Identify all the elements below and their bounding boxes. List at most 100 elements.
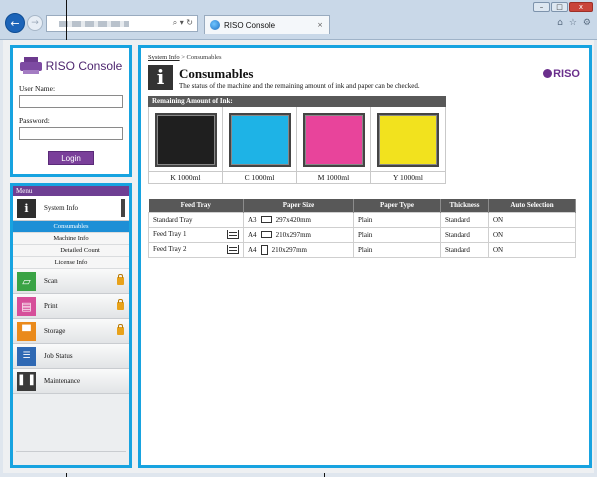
lock-icon — [117, 274, 124, 285]
ink-swatch-black — [154, 113, 217, 167]
paper-size: A3 — [248, 215, 257, 224]
menu-item-label: Scan — [44, 277, 58, 285]
thickness: Standard — [440, 241, 489, 258]
browser-toolbar-icons: ⌂ ☆ ⚙ — [557, 18, 591, 28]
menu-item-storage[interactable]: ▀ Storage — [13, 319, 129, 344]
breadcrumb-separator: > — [179, 54, 187, 61]
ink-label: Y 1000ml — [371, 171, 445, 183]
printer-icon — [19, 57, 42, 75]
password-input[interactable] — [19, 127, 123, 140]
tab-close-icon[interactable]: × — [317, 21, 323, 29]
ink-levels: K 1000ml C 1000ml M 1000ml Y 1000ml — [148, 107, 446, 184]
table-row: Standard Tray A3 297x420mm Plain Standard… — [148, 211, 576, 228]
info-icon: i — [17, 198, 36, 218]
paper-size: A4 — [248, 230, 257, 239]
paper-dims: 297x420mm — [275, 215, 311, 224]
back-button[interactable]: ← — [5, 13, 25, 33]
submenu-consumables[interactable]: Consumables — [13, 221, 129, 233]
submenu-machine-info[interactable]: Machine Info — [13, 233, 129, 245]
active-indicator — [121, 199, 125, 217]
home-icon[interactable]: ⌂ — [557, 18, 563, 28]
ink-cell-k: K 1000ml — [149, 107, 223, 183]
menu-header: Menu — [13, 186, 129, 196]
table-row: Feed Tray 1 A4 210x297mm Plain Standard O… — [148, 226, 576, 243]
feed-tray-table: Feed Tray Paper Size Paper Type Thicknes… — [148, 199, 576, 258]
page: RISO Console User Name: Password: Login … — [3, 40, 594, 473]
login-panel: RISO Console User Name: Password: Login — [10, 45, 132, 177]
auto-selection: ON — [488, 241, 576, 258]
riso-mark-icon — [543, 69, 553, 78]
storage-icon: ▀ — [17, 321, 36, 341]
logo-text: RISO Console — [45, 59, 123, 73]
menu-item-job-status[interactable]: ☰ Job Status — [13, 344, 129, 369]
paper-tray-icon — [227, 230, 239, 239]
print-icon: ▤ — [17, 296, 36, 316]
column-header-paper-type: Paper Type — [353, 199, 441, 212]
favorites-star-icon[interactable]: ☆ — [569, 18, 577, 28]
menu-item-label: Maintenance — [44, 377, 81, 385]
column-header-auto-selection: Auto Selection — [488, 199, 576, 212]
paper-type: Plain — [353, 241, 441, 258]
menu-panel: Menu i System Info Consumables Machine I… — [10, 183, 132, 468]
breadcrumb-current: Consumables — [186, 54, 222, 61]
paper-size: A4 — [248, 245, 257, 254]
paper-landscape-icon — [260, 231, 272, 238]
menu-item-label: Storage — [44, 327, 66, 335]
browser-chrome: – □ x ← → ⌕ ▾ ↻ RISO Console × ⌂ ☆ ⚙ — [0, 0, 597, 40]
riso-brand-logo: RISO — [543, 68, 580, 80]
login-button[interactable]: Login — [48, 151, 94, 165]
breadcrumb-link-system-info[interactable]: System Info — [148, 54, 180, 61]
page-header: i Consumables The status of the machine … — [148, 65, 582, 93]
ink-section-header: Remaining Amount of Ink: — [148, 96, 446, 107]
info-icon: i — [148, 65, 173, 90]
ink-swatch-yellow — [377, 113, 439, 167]
menu-item-label: Print — [44, 302, 58, 310]
username-input[interactable] — [19, 95, 123, 108]
browser-tab[interactable]: RISO Console × — [204, 15, 330, 34]
window-controls: – □ x — [533, 2, 593, 12]
close-window-button[interactable]: x — [569, 2, 593, 12]
lock-icon — [117, 324, 124, 335]
password-label: Password: — [19, 116, 50, 125]
address-bar[interactable]: ⌕ ▾ ↻ — [46, 15, 198, 32]
job-status-icon: ☰ — [17, 346, 36, 366]
ink-label: M 1000ml — [297, 171, 370, 183]
ink-cell-m: M 1000ml — [297, 107, 371, 183]
paper-dims: 210x297mm — [275, 230, 311, 239]
tray-name: Feed Tray 1 — [153, 230, 187, 238]
paper-size-cell: A3 297x420mm — [243, 211, 354, 228]
menu-item-maintenance[interactable]: ▌▐ Maintenance — [13, 369, 129, 394]
tray-name: Feed Tray 2 — [153, 245, 187, 253]
forward-button[interactable]: → — [27, 15, 43, 31]
submenu-license-info[interactable]: License Info — [13, 257, 129, 269]
menu-item-system-info[interactable]: i System Info — [13, 196, 129, 221]
page-title: Consumables — [179, 66, 254, 81]
menu-item-label: System Info — [44, 204, 79, 212]
riso-console-logo: RISO Console — [19, 57, 123, 75]
paper-portrait-icon — [260, 244, 268, 255]
ink-swatch-cyan — [228, 113, 291, 167]
paper-tray-icon — [227, 245, 239, 254]
paper-type: Plain — [353, 211, 441, 228]
settings-gear-icon[interactable]: ⚙ — [583, 18, 591, 28]
auto-selection: ON — [488, 211, 576, 228]
tray-name-cell: Feed Tray 2 — [148, 241, 244, 258]
tray-name: Standard Tray — [148, 211, 244, 228]
table-row: Feed Tray 2 A4 210x297mm Plain Standard O… — [148, 241, 576, 258]
thickness: Standard — [440, 226, 489, 243]
ie-icon — [210, 20, 220, 30]
submenu-detailed-count[interactable]: Detailed Count — [13, 245, 129, 257]
lock-icon — [117, 299, 124, 310]
ink-swatch-magenta — [302, 113, 365, 167]
address-bar-icons[interactable]: ⌕ ▾ ↻ — [173, 18, 193, 28]
menu-item-scan[interactable]: ▱ Scan — [13, 269, 129, 294]
breadcrumb: System Info > Consumables — [148, 54, 582, 61]
auto-selection: ON — [488, 226, 576, 243]
maintenance-icon: ▌▐ — [17, 371, 36, 391]
ink-cell-c: C 1000ml — [223, 107, 297, 183]
menu-item-print[interactable]: ▤ Print — [13, 294, 129, 319]
username-label: User Name: — [19, 84, 56, 93]
minimize-button[interactable]: – — [533, 2, 550, 12]
paper-size-cell: A4 210x297mm — [243, 241, 354, 258]
maximize-button[interactable]: □ — [551, 2, 568, 12]
